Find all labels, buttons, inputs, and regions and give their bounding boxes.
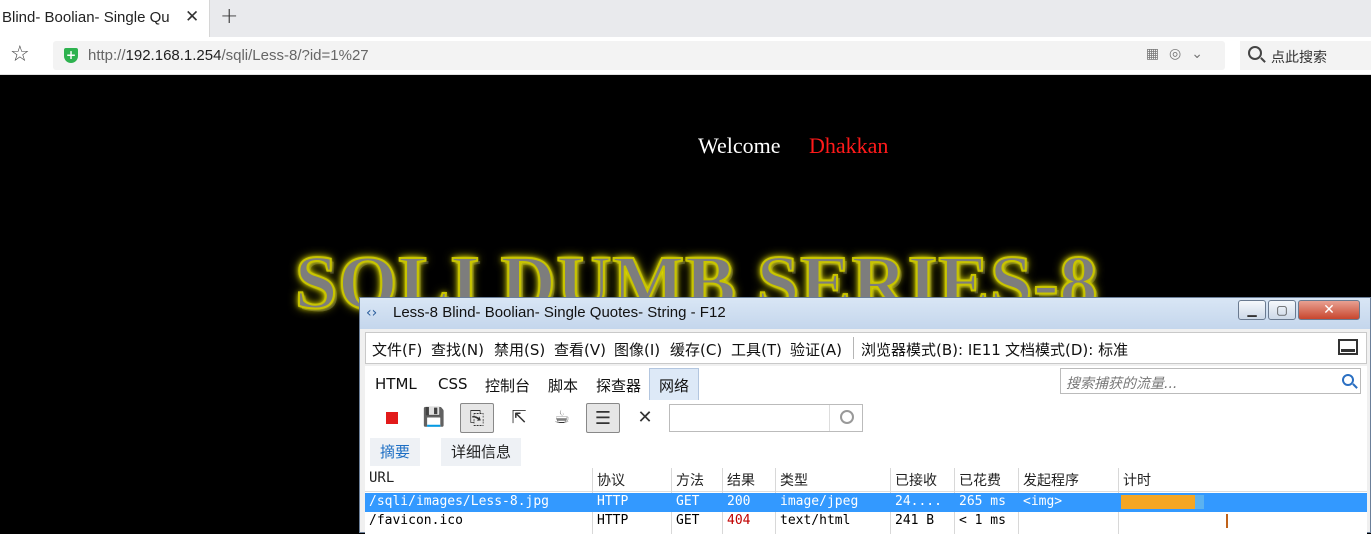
search-icon — [1248, 46, 1262, 60]
url-prefix: http:// — [88, 47, 126, 64]
tab-summary[interactable]: 摘要 — [370, 438, 421, 466]
close-icon[interactable]: ✕ — [185, 7, 199, 27]
search-icon[interactable] — [829, 405, 862, 431]
table-header: URL 协议 方法 结果 类型 已接收 已花费 发起程序 计时 — [365, 468, 1367, 492]
clear-browser-cache-button[interactable]: ⇱ — [502, 403, 536, 433]
browser-tab[interactable]: Blind- Boolian- Single Qu ✕ — [0, 0, 210, 37]
maximize-button[interactable]: ▢ — [1268, 300, 1296, 320]
stop-capture-button[interactable] — [375, 403, 409, 433]
tab-title: Blind- Boolian- Single Qu — [2, 9, 170, 26]
tab-profiler[interactable]: 探查器 — [596, 375, 641, 396]
minimize-button[interactable]: ▁ — [1238, 300, 1266, 320]
tab-network[interactable]: 网络 — [649, 368, 700, 403]
url-text[interactable]: http://192.168.1.254/sqli/Less-8/?id=1%2… — [88, 47, 369, 64]
timing-bar-marker — [1226, 514, 1228, 528]
traffic-search-placeholder: 搜索捕获的流量... — [1066, 376, 1178, 392]
cell-method: GET — [676, 494, 700, 509]
clear-cookies-button[interactable]: ☕ — [545, 403, 579, 433]
search-box[interactable]: 点此搜索 — [1240, 41, 1371, 70]
cell-method: GET — [676, 513, 700, 528]
devtools-tabs: HTML CSS 控制台 脚本 探查器 网络 搜索捕获的流量... — [365, 366, 1367, 403]
clear-entries-button[interactable]: ✕ — [628, 403, 662, 433]
welcome-name: Dhakkan — [809, 133, 889, 158]
column-url[interactable]: URL — [369, 470, 394, 486]
devtools-title-bar[interactable]: ‹› Less-8 Blind- Boolian- Single Quotes-… — [360, 298, 1370, 329]
traffic-search-input[interactable]: 搜索捕获的流量... — [1060, 368, 1361, 394]
tab-html[interactable]: HTML — [375, 375, 417, 393]
browser-tab-bar: Blind- Boolian- Single Qu ✕ + — [0, 0, 1371, 37]
menu-file[interactable]: 文件(F) — [372, 339, 422, 360]
column-type[interactable]: 类型 — [780, 470, 808, 490]
column-timing[interactable]: 计时 — [1123, 470, 1151, 490]
menu-tools[interactable]: 工具(T) — [731, 339, 782, 360]
menu-document-mode[interactable]: 文档模式(D): 标准 — [1005, 339, 1128, 360]
menu-find[interactable]: 查找(N) — [431, 339, 484, 360]
cell-protocol: HTTP — [597, 513, 629, 528]
timing-bar-receive — [1195, 495, 1204, 509]
cell-result: 200 — [727, 494, 751, 509]
timing-bar-wait — [1121, 495, 1195, 509]
devtools-menu-bar: 文件(F) 查找(N) 禁用(S) 查看(V) 图像(I) 缓存(C) 工具(T… — [365, 332, 1367, 364]
table-row[interactable]: /favicon.ico HTTP GET 404 text/html 241 … — [365, 512, 1367, 531]
clear-on-navigate-button[interactable]: ⎘ — [460, 403, 494, 433]
menu-disable[interactable]: 禁用(S) — [494, 339, 545, 360]
url-field[interactable]: + http://192.168.1.254/sqli/Less-8/?id=1… — [53, 41, 1225, 70]
menu-cache[interactable]: 缓存(C) — [670, 339, 722, 360]
table-row[interactable]: /sqli/images/Less-8.jpg HTTP GET 200 ima… — [365, 493, 1367, 512]
network-subtabs: 摘要 详细信息 — [365, 436, 1367, 468]
bookmark-star-icon[interactable]: ☆ — [10, 42, 30, 67]
cell-type: image/jpeg — [780, 494, 859, 509]
address-bar: ☆ + http://192.168.1.254/sqli/Less-8/?id… — [0, 37, 1371, 75]
search-placeholder: 点此搜索 — [1271, 50, 1327, 66]
column-taken[interactable]: 已花费 — [959, 470, 1001, 490]
tab-script[interactable]: 脚本 — [548, 375, 578, 396]
list-view-button[interactable]: ☰ — [586, 403, 620, 433]
menu-images[interactable]: 图像(I) — [614, 339, 660, 360]
cell-received: 24.... — [895, 494, 942, 509]
security-shield-icon: + — [64, 48, 78, 63]
welcome-text: Welcome — [698, 133, 781, 158]
url-path: /sqli/Less-8/?id=1%27 — [221, 47, 369, 64]
cell-initiator: <img> — [1023, 494, 1063, 509]
dock-panel-icon[interactable] — [1338, 339, 1358, 355]
cell-result: 404 — [727, 513, 751, 528]
save-button[interactable]: 💾 — [417, 403, 451, 433]
menu-view[interactable]: 查看(V) — [554, 339, 606, 360]
url-host: 192.168.1.254 — [125, 47, 222, 64]
cell-type: text/html — [780, 513, 851, 528]
tab-console[interactable]: 控制台 — [485, 375, 530, 396]
cell-received: 241 B — [895, 513, 935, 528]
column-method[interactable]: 方法 — [676, 470, 704, 490]
column-protocol[interactable]: 协议 — [597, 470, 625, 490]
url-action-icons[interactable]: ▦◎⌄ — [1146, 46, 1213, 62]
cell-protocol: HTTP — [597, 494, 629, 509]
menu-browser-mode[interactable]: 浏览器模式(B): IE11 — [861, 339, 1001, 360]
column-initiator[interactable]: 发起程序 — [1023, 470, 1079, 490]
cell-taken: 265 ms — [959, 494, 1006, 509]
devtools-window: ‹› Less-8 Blind- Boolian- Single Quotes-… — [359, 297, 1371, 534]
tab-details[interactable]: 详细信息 — [441, 438, 522, 466]
new-tab-icon[interactable]: + — [220, 4, 238, 29]
search-icon[interactable] — [1342, 374, 1354, 386]
network-table: URL 协议 方法 结果 类型 已接收 已花费 发起程序 计时 /sqli/im… — [365, 468, 1367, 534]
stop-icon — [386, 412, 398, 424]
network-toolbar: 💾 ⎘ ⇱ ☕ ☰ ✕ — [365, 400, 1367, 436]
close-button[interactable]: ✕ — [1298, 300, 1360, 320]
column-received[interactable]: 已接收 — [895, 470, 937, 490]
cell-url: /sqli/images/Less-8.jpg — [369, 494, 550, 509]
cell-taken: < 1 ms — [959, 513, 1006, 528]
devtools-app-icon: ‹› — [366, 305, 378, 321]
filter-input[interactable] — [669, 404, 863, 432]
tab-css[interactable]: CSS — [438, 375, 468, 393]
devtools-title: Less-8 Blind- Boolian- Single Quotes- St… — [393, 304, 726, 321]
menu-divider — [853, 337, 854, 359]
menu-validate[interactable]: 验证(A) — [790, 339, 842, 360]
cell-url: /favicon.ico — [369, 513, 463, 528]
column-result[interactable]: 结果 — [727, 470, 755, 490]
